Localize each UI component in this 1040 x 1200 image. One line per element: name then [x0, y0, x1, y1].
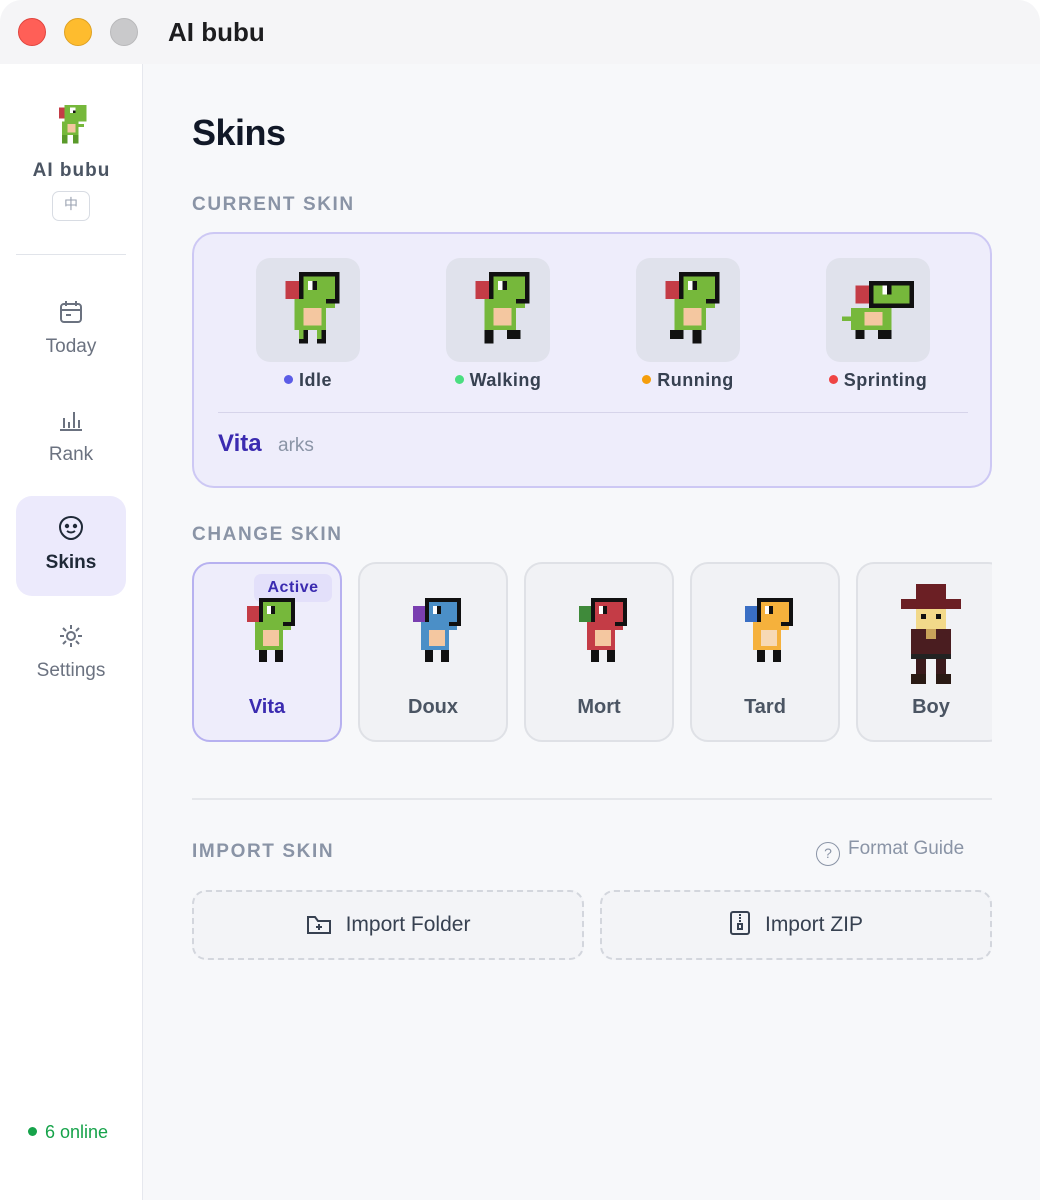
- state-dot-icon: [283, 375, 293, 384]
- import-zip-button[interactable]: Import ZIP: [600, 890, 992, 960]
- online-status: 6 online: [28, 1122, 108, 1143]
- folder-plus-icon: [306, 916, 331, 934]
- change-skin-heading: CHANGE SKIN: [192, 524, 343, 545]
- state-dot-icon: [828, 375, 838, 384]
- window-title: AI bubu: [168, 17, 265, 47]
- skin-option-tard[interactable]: Tard: [690, 562, 840, 742]
- animation-preview-sprinting: Sprinting: [826, 258, 930, 390]
- dino-walking-sprite: [475, 272, 530, 344]
- skin-option-label: Doux: [408, 696, 458, 718]
- minimize-window-button[interactable]: [64, 18, 92, 46]
- current-skin-card: Idle Walking Running Sprinting Vita arks: [192, 232, 992, 488]
- dino-sprinting-sprite: [842, 280, 914, 340]
- current-skin-author: arks: [278, 435, 314, 456]
- dino-logo-icon: [59, 104, 87, 144]
- skin-option-label: Tard: [744, 696, 786, 718]
- online-dot-icon: [28, 1127, 37, 1136]
- skin-option-label: Boy: [912, 696, 950, 718]
- format-guide-link[interactable]: ? Format Guide: [816, 838, 964, 866]
- calendar-icon: [60, 301, 82, 323]
- animation-label: Idle: [298, 370, 332, 390]
- dino-doux-sprite: [413, 598, 461, 662]
- animation-label: Running: [657, 370, 734, 390]
- animation-tile: [826, 258, 930, 362]
- animation-tile: [256, 258, 360, 362]
- animation-tile: [636, 258, 740, 362]
- sidebar-item-label: Today: [45, 336, 97, 357]
- animation-label: Walking: [469, 370, 542, 390]
- sidebar-item-today[interactable]: Today: [16, 280, 126, 380]
- sidebar-item-settings[interactable]: Settings: [16, 604, 126, 704]
- current-skin-heading: CURRENT SKIN: [192, 194, 355, 215]
- cowboy-boy-sprite: [901, 584, 961, 684]
- zip-file-icon: [729, 911, 750, 935]
- card-divider: [218, 412, 968, 413]
- sidebar-divider: [16, 254, 126, 255]
- sidebar-item-label: Skins: [45, 552, 97, 573]
- gear-icon: [60, 625, 82, 647]
- language-toggle-button[interactable]: 中: [52, 191, 90, 221]
- app-window: AI bubu AI bubu 中 Today Rank Skins Setti…: [0, 0, 1040, 1200]
- dino-running-sprite: [665, 272, 720, 344]
- close-window-button[interactable]: [18, 18, 46, 46]
- skin-option-label: Mort: [577, 696, 621, 718]
- animation-caption: Walking: [416, 370, 580, 391]
- smiley-icon: [58, 515, 84, 541]
- skin-option-vita[interactable]: Active Vita: [192, 562, 342, 742]
- sidebar: AI bubu 中 Today Rank Skins Settings 6 on…: [0, 64, 143, 1200]
- zoom-window-button[interactable]: [110, 18, 138, 46]
- animation-caption: Running: [606, 370, 770, 391]
- skin-option-boy[interactable]: Boy: [856, 562, 992, 742]
- help-icon: ?: [816, 842, 840, 866]
- animation-caption: Sprinting: [796, 370, 960, 391]
- title-bar: AI bubu: [0, 0, 1040, 64]
- animation-preview-walking: Walking: [446, 258, 550, 390]
- sidebar-item-label: Settings: [36, 660, 106, 681]
- format-guide-label: Format Guide: [848, 838, 965, 859]
- dino-mort-sprite: [579, 598, 627, 662]
- animation-preview-idle: Idle: [256, 258, 360, 390]
- animation-preview-running: Running: [636, 258, 740, 390]
- skin-option-label: Vita: [248, 696, 286, 718]
- animation-caption: Idle: [226, 370, 390, 391]
- state-dot-icon: [642, 375, 652, 384]
- page-title: Skins: [192, 112, 286, 153]
- bar-chart-icon: [60, 412, 82, 431]
- animation-label: Sprinting: [843, 370, 928, 390]
- skin-option-mort[interactable]: Mort: [524, 562, 674, 742]
- state-dot-icon: [454, 375, 464, 384]
- import-folder-button[interactable]: Import Folder: [192, 890, 584, 960]
- sidebar-item-skins[interactable]: Skins: [16, 496, 126, 596]
- sidebar-item-rank[interactable]: Rank: [16, 388, 126, 488]
- current-skin-name: Vita: [218, 430, 262, 457]
- section-divider: [192, 798, 992, 800]
- sidebar-item-label: Rank: [48, 444, 94, 465]
- skin-option-doux[interactable]: Doux: [358, 562, 508, 742]
- dino-vita-sprite: [247, 598, 295, 662]
- main-content: Skins CURRENT SKIN Idle Walking Running …: [144, 64, 1040, 1200]
- animation-tile: [446, 258, 550, 362]
- brand-name: AI bubu: [32, 160, 111, 181]
- import-folder-label: Import Folder: [345, 913, 471, 936]
- online-status-text: 6 online: [45, 1122, 109, 1142]
- skin-picker-row: Active Vita Doux Mort Tard Boy: [192, 562, 992, 744]
- import-zip-label: Import ZIP: [764, 913, 864, 936]
- dino-idle-sprite: [285, 272, 340, 344]
- import-skin-heading: IMPORT SKIN: [192, 841, 335, 862]
- dino-tard-sprite: [745, 598, 793, 662]
